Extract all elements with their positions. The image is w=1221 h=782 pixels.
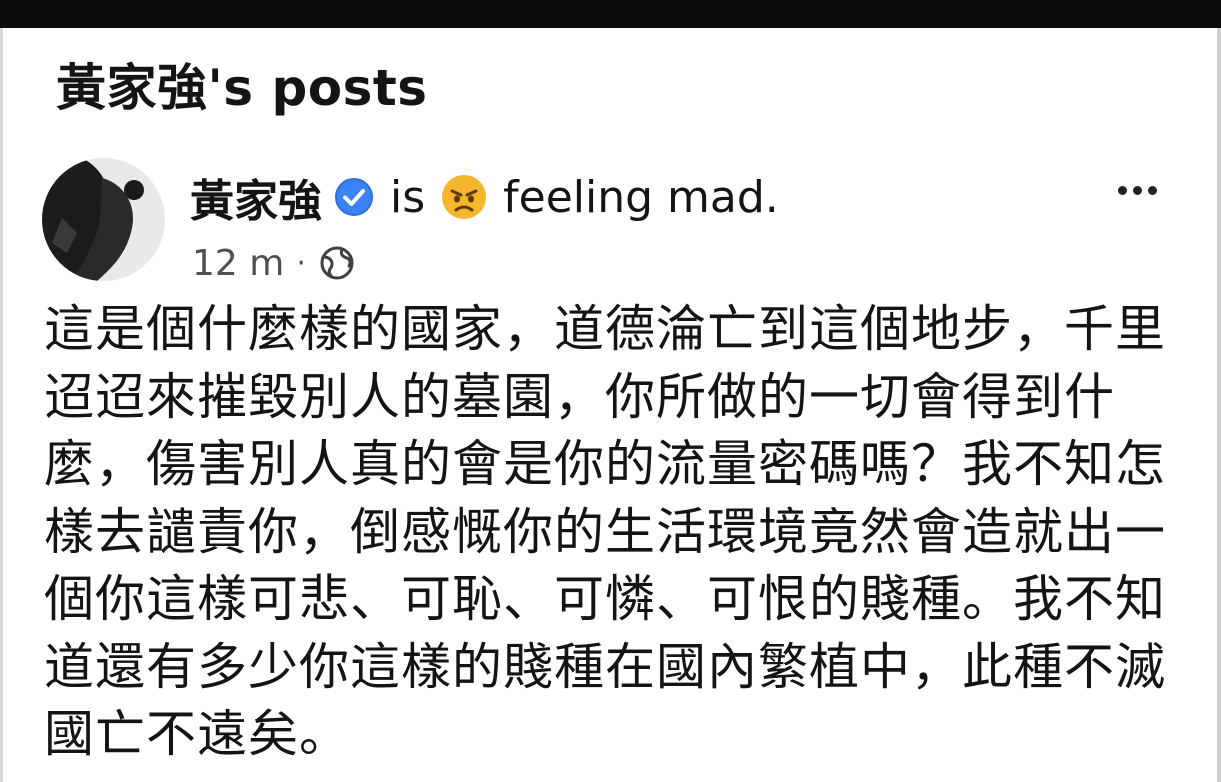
more-dot (1133, 185, 1142, 195)
more-options-icon[interactable] (1118, 180, 1157, 200)
more-dot (1118, 185, 1127, 195)
avatar[interactable] (42, 158, 165, 281)
frame-border-left (0, 28, 3, 782)
post-header-line: 黃家強 is feeling mad. (190, 162, 779, 232)
verified-badge-icon (335, 178, 373, 216)
page-title: 黃家強's posts (56, 59, 428, 117)
feeling-text: feeling mad. (503, 171, 779, 223)
top-bar (0, 0, 1221, 28)
more-dot (1148, 185, 1157, 195)
author-name[interactable]: 黃家強 (190, 165, 322, 229)
angry-face-emoji-icon (442, 175, 487, 219)
is-label: is (390, 171, 426, 223)
post-meta: 12 m · (192, 238, 356, 288)
avatar-image (42, 158, 165, 281)
frame-border-right (1217, 28, 1221, 782)
meta-separator: · (296, 245, 306, 281)
post-timestamp[interactable]: 12 m (192, 243, 284, 284)
globe-icon[interactable] (318, 244, 356, 282)
post-body-text: 這是個什麼樣的國家，道德淪亡到這個地步，千里迢迢來摧毀別人的墓園，你所做的一切會… (44, 300, 1166, 763)
